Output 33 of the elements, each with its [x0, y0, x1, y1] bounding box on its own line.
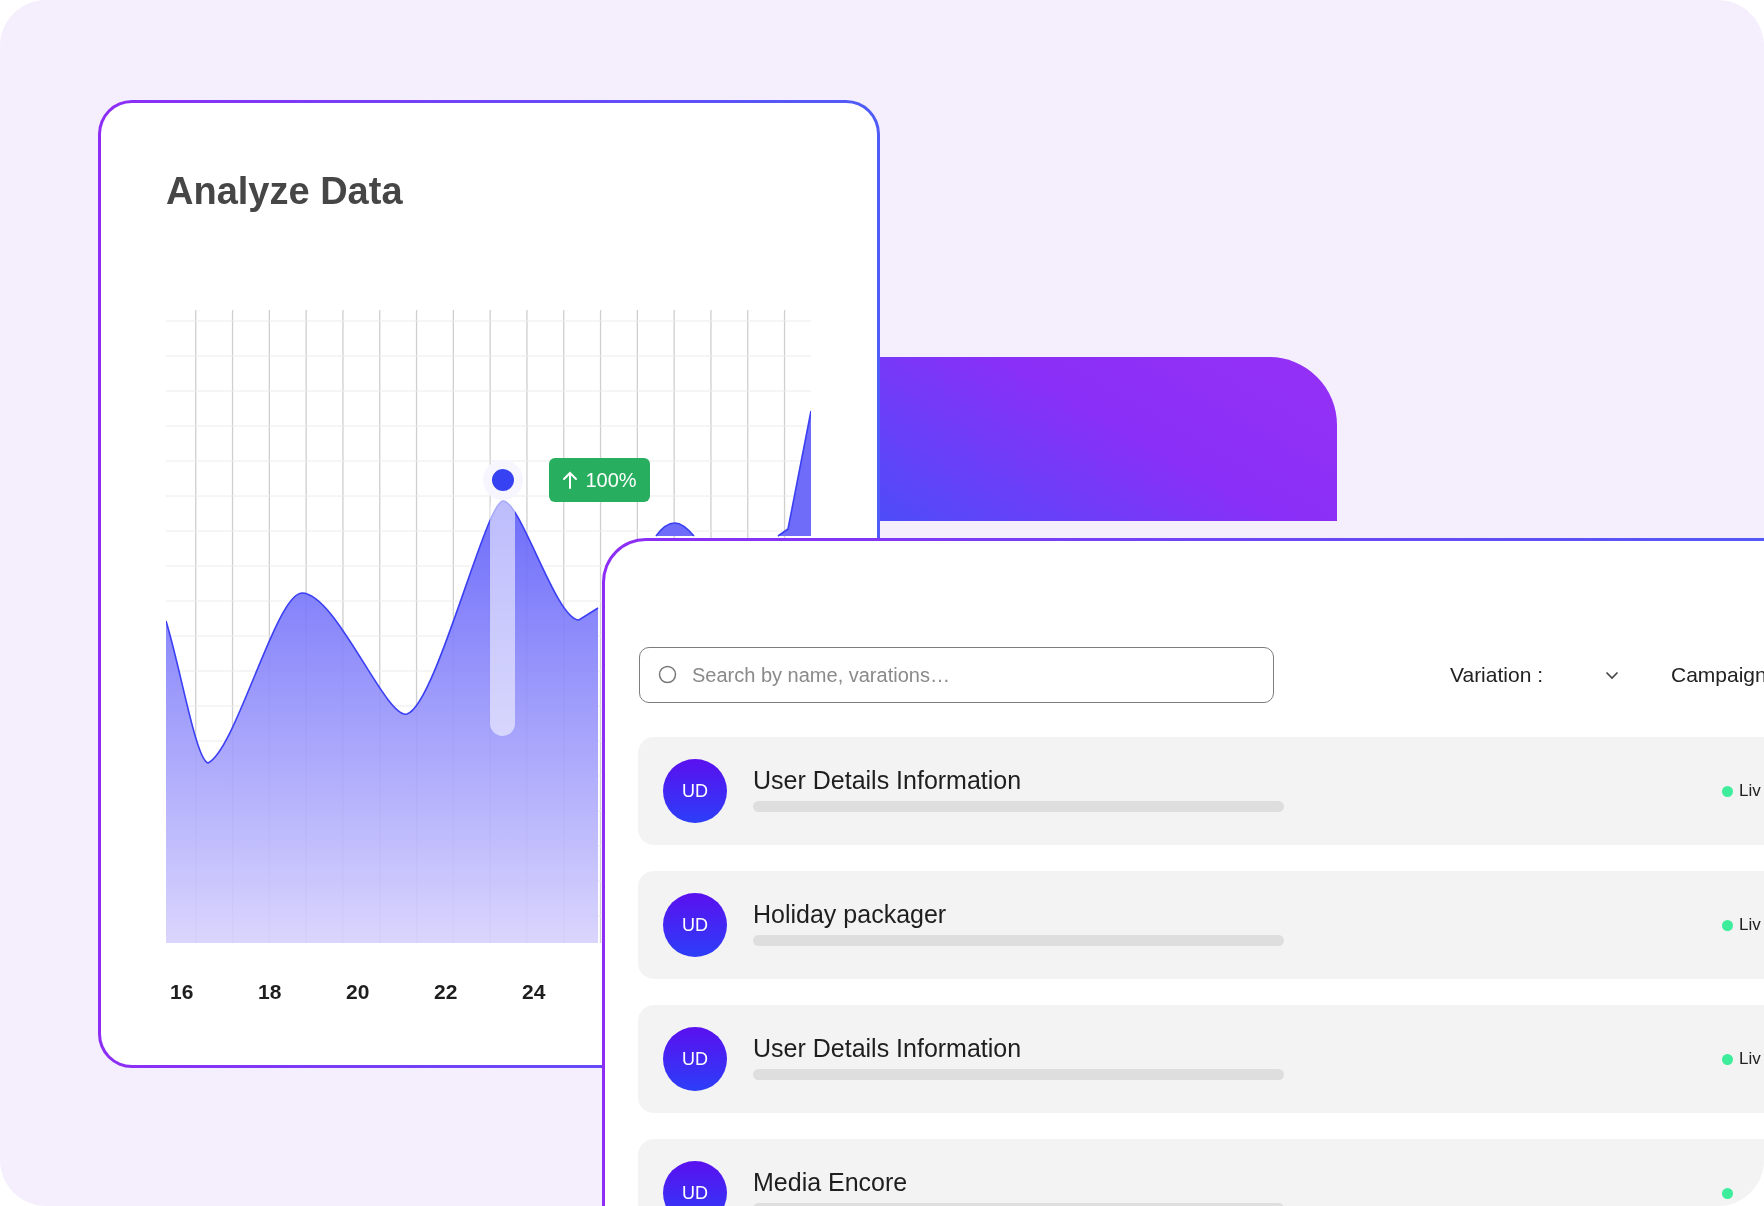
status-label: Liv — [1739, 780, 1761, 803]
axis-label: 22 — [434, 978, 459, 1005]
axis-label: 20 — [346, 978, 371, 1005]
axis-label: 24 — [522, 978, 547, 1005]
avatar: UD — [663, 1161, 727, 1206]
card-title: Analyze Data — [166, 171, 404, 213]
list-row[interactable]: UD User Details Information Liv — [638, 737, 1764, 845]
list-row[interactable]: UD User Details Information Liv — [638, 1005, 1764, 1113]
status-label: Liv — [1739, 914, 1761, 937]
search-icon — [658, 665, 678, 685]
chevron-down-icon[interactable] — [1605, 670, 1619, 680]
list-row[interactable]: UD Media Encore — [638, 1139, 1764, 1206]
area-chart-peak-drawing — [655, 522, 695, 537]
percent-change: 100% — [585, 467, 637, 493]
axis-label: 16 — [170, 978, 195, 1005]
avatar: UD — [663, 893, 727, 957]
status-label: Liv — [1739, 1048, 1761, 1071]
status-dot — [1722, 785, 1733, 797]
status-dot — [1722, 1053, 1733, 1065]
row-title: Media Encore — [753, 1166, 909, 1197]
row-title: User Details Information — [753, 764, 1023, 795]
arrow-up-icon — [562, 470, 579, 489]
row-title: User Details Information — [753, 1032, 1023, 1063]
status-dot — [1722, 919, 1733, 931]
status-dot — [1722, 1187, 1733, 1199]
list-row[interactable]: UD Holiday packager Liv — [638, 871, 1764, 979]
axis-label: 18 — [258, 978, 283, 1005]
row-title: Holiday packager — [753, 898, 948, 929]
data-point-marker — [483, 459, 523, 500]
avatar: UD — [663, 1027, 727, 1091]
filter-label[interactable]: Variation : — [1450, 659, 1543, 691]
search-field[interactable]: Search by name, varations… — [639, 647, 1274, 703]
avatar: UD — [663, 759, 727, 823]
